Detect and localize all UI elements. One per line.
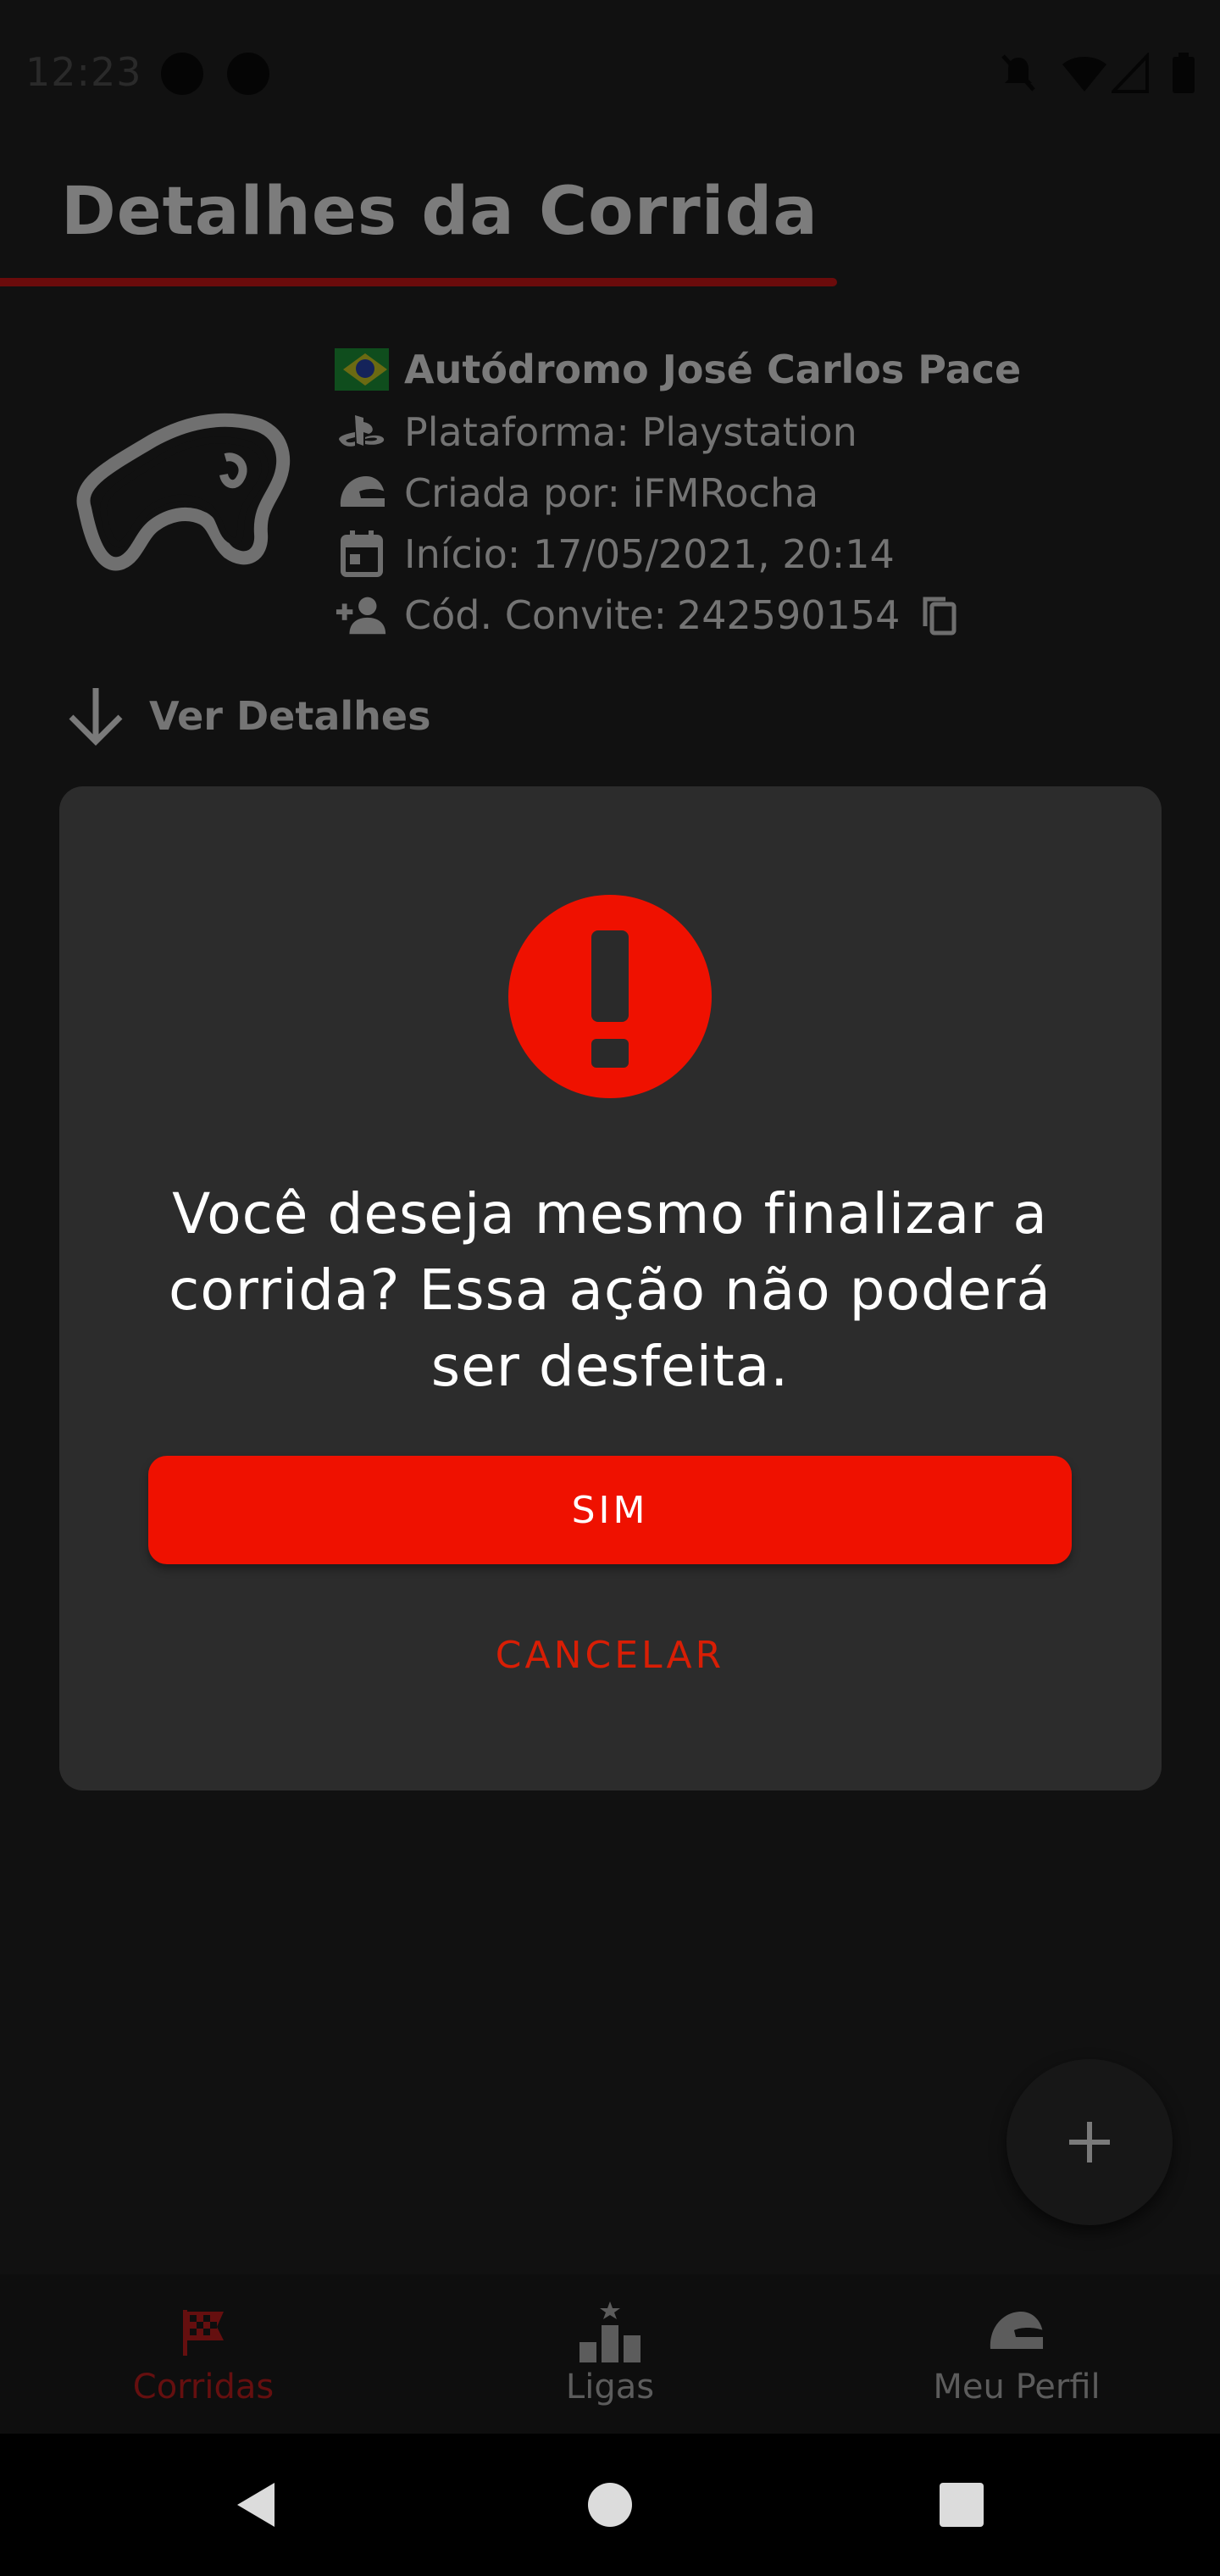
wifi-icon	[1062, 57, 1106, 92]
brazil-flag-icon	[335, 344, 389, 395]
nav-label-meu-perfil: Meu Perfil	[933, 2368, 1101, 2407]
circuit-row: Autódromo José Carlos Pace	[335, 344, 1021, 395]
home-button[interactable]	[542, 2434, 678, 2576]
back-triangle-icon	[237, 2483, 274, 2527]
system-navigation-bar	[0, 2434, 1220, 2576]
battery-icon	[1173, 53, 1195, 93]
calendar-icon	[335, 529, 389, 580]
creator-text: Criada por: iFMRocha	[404, 470, 819, 516]
status-bar: 12:23	[0, 0, 1220, 144]
platform-row: Plataforma: Playstation	[335, 407, 857, 458]
app-notification-icon	[161, 53, 203, 95]
track-map-image	[76, 413, 291, 571]
app-notification-icon-2	[227, 53, 269, 95]
alert-icon	[508, 895, 712, 1098]
nav-item-ligas[interactable]: Ligas	[407, 2274, 813, 2434]
add-fab-button[interactable]	[1006, 2059, 1173, 2225]
page-title: Detalhes da Corrida	[61, 174, 818, 250]
dialog-message: Você deseja mesmo finalizar a corrida? E…	[169, 1181, 1051, 1399]
invite-row: Cód. Convite: 242590154	[335, 590, 966, 641]
podium-icon	[568, 2298, 652, 2366]
recents-square-icon	[940, 2483, 984, 2527]
signal-icon	[1112, 53, 1149, 93]
circuit-name: Autódromo José Carlos Pace	[404, 347, 1022, 392]
nav-item-corridas[interactable]: Corridas	[0, 2274, 407, 2434]
arrow-down-icon	[69, 688, 123, 746]
playstation-icon	[335, 407, 389, 458]
invite-code[interactable]: 242590154	[677, 592, 900, 638]
recents-button[interactable]	[894, 2434, 1029, 2576]
start-text: Início: 17/05/2021, 20:14	[404, 531, 895, 577]
creator-row: Criada por: iFMRocha	[335, 468, 818, 519]
notifications-off-icon	[1001, 54, 1035, 92]
copy-icon[interactable]	[912, 590, 966, 641]
home-circle-icon	[588, 2483, 632, 2527]
checkered-flag-icon	[161, 2298, 246, 2366]
view-details-label: Ver Detalhes	[149, 693, 431, 739]
nav-label-ligas: Ligas	[565, 2368, 655, 2407]
helmet-icon	[974, 2298, 1059, 2366]
start-row: Início: 17/05/2021, 20:14	[335, 529, 895, 580]
confirm-button[interactable]: SIM	[148, 1456, 1072, 1564]
view-details-toggle[interactable]: Ver Detalhes	[66, 678, 431, 754]
helmet-icon	[335, 468, 389, 519]
plus-icon	[1069, 2122, 1110, 2162]
nav-label-corridas: Corridas	[132, 2368, 274, 2407]
status-time: 12:23	[25, 49, 142, 95]
bottom-navigation: Corridas Ligas Meu Perfil	[0, 2274, 1220, 2434]
cancel-button[interactable]: CANCELAR	[415, 1617, 805, 1693]
title-underline	[0, 278, 837, 286]
nav-item-meu-perfil[interactable]: Meu Perfil	[813, 2274, 1220, 2434]
add-person-icon	[335, 590, 389, 641]
confirm-dialog: Você deseja mesmo finalizar a corrida? E…	[59, 786, 1162, 1790]
platform-text: Plataforma: Playstation	[404, 409, 857, 455]
back-button[interactable]	[188, 2434, 324, 2576]
invite-label: Cód. Convite:	[404, 592, 667, 638]
